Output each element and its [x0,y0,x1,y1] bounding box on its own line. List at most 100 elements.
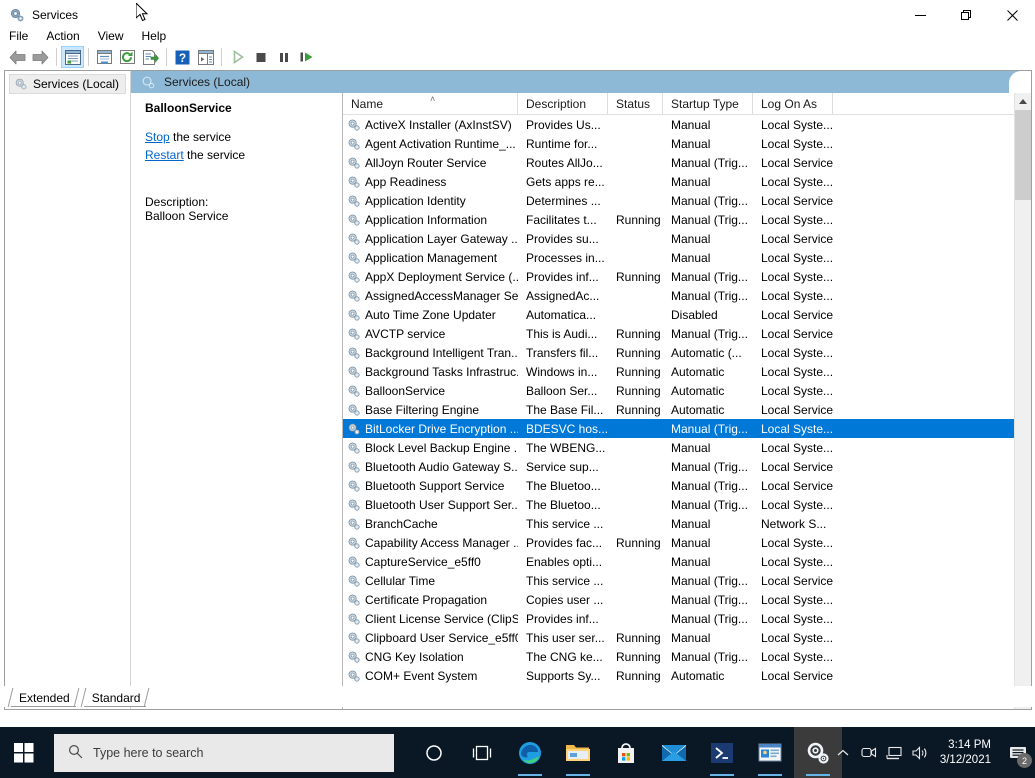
cell-description: Automatica... [526,307,597,322]
table-row[interactable]: Certificate Propagation Copies user ... Ma… [343,590,1031,609]
properties-button[interactable] [93,46,116,68]
stop-service-link[interactable]: Stop [145,130,170,144]
refresh-button[interactable] [116,46,139,68]
table-row[interactable]: COM+ Event System Supports Sy... Running Au… [343,666,1031,683]
menu-view[interactable]: View [89,27,133,45]
detail-service-name: BalloonService [145,101,232,115]
restart-service-link[interactable]: Restart [145,148,184,162]
menu-help[interactable]: Help [133,27,176,45]
scrollbar-thumb[interactable] [1015,110,1031,200]
search-input[interactable]: Type here to search [93,746,203,760]
column-header-startup-type[interactable]: Startup Type [663,93,753,115]
cell-name-label: ActiveX Installer (AxInstSV) [365,117,512,132]
cell-description: The WBENG... [526,440,606,455]
cell-name: Bluetooth User Support Ser... [343,495,518,514]
taskbar-clock[interactable]: 3:14 PM 3/12/2021 [934,727,1001,778]
cell-status: Running [616,630,661,645]
table-row[interactable]: Cellular Time This service ... Manual (Tri… [343,571,1031,590]
table-row[interactable]: BitLocker Drive Encryption ... BDESVC hos… [343,419,1031,438]
table-row[interactable]: Background Intelligent Tran... Transfers … [343,343,1031,362]
table-row[interactable]: CNG Key Isolation The CNG ke... Running Man… [343,647,1031,666]
table-row[interactable]: App Readiness Gets apps re... Manual Local … [343,172,1031,191]
table-row[interactable]: BranchCache This service ... Manual Network… [343,514,1031,533]
help-button[interactable]: ? [171,46,194,68]
cell-status: Running [616,383,661,398]
cell-status [608,286,663,305]
table-row[interactable]: AssignedAccessManager Se... AssignedAc...… [343,286,1031,305]
stop-service-button[interactable] [249,46,272,68]
microsoft-edge-icon[interactable] [506,727,554,778]
table-row[interactable]: Bluetooth Support Service The Bluetoo... M… [343,476,1031,495]
service-gear-icon [347,441,361,455]
cell-name-label: Base Filtering Engine [365,402,480,417]
show-hidden-icons-chevron-icon[interactable] [830,727,856,778]
tree-item-services-local[interactable]: Services (Local) [9,74,126,94]
service-gear-icon [347,327,361,341]
table-row[interactable]: Bluetooth User Support Ser... The Bluetoo… [343,495,1031,514]
remote-desktop-icon[interactable] [746,727,794,778]
table-row[interactable]: AppX Deployment Service (... Provides inf… [343,267,1031,286]
table-row[interactable]: Base Filtering Engine The Base Fil... Runn… [343,400,1031,419]
menu-action[interactable]: Action [37,27,88,45]
action-center-button[interactable]: 2 [1001,727,1035,778]
system-tray: 3:14 PM 3/12/2021 2 [830,727,1035,778]
window-title: Services [32,8,79,22]
column-header-log-on-as[interactable]: Log On As [753,93,833,115]
table-row[interactable]: AVCTP service This is Audi... Running Manua… [343,324,1031,343]
microsoft-store-icon[interactable] [602,727,650,778]
show-hide-console-tree-button[interactable] [61,46,84,68]
restart-service-button[interactable] [295,46,318,68]
back-button[interactable] [6,46,29,68]
powershell-icon[interactable] [698,727,746,778]
volume-icon[interactable] [908,727,934,778]
menu-file[interactable]: File [0,27,37,45]
column-header-description[interactable]: Description [518,93,608,115]
mail-icon[interactable] [650,727,698,778]
table-row[interactable]: Application Information Facilitates t... R… [343,210,1031,229]
table-row[interactable]: AllJoyn Router Service Routes AllJo... Man… [343,153,1031,172]
cell-logon: Network S... [761,516,827,531]
table-row[interactable]: Application Identity Determines ... Manual… [343,191,1031,210]
clock-time: 3:14 PM [948,738,991,751]
tab-underline [83,706,147,707]
table-row[interactable]: Clipboard User Service_e5ff0 This user se… [343,628,1031,647]
network-icon[interactable] [882,727,908,778]
table-row[interactable]: Capability Access Manager ... Provides fa… [343,533,1031,552]
task-view-icon[interactable] [458,727,506,778]
table-row[interactable]: Auto Time Zone Updater Automatica... Disab… [343,305,1031,324]
column-header-name[interactable]: Name ˄ [343,93,518,115]
table-row[interactable]: ActiveX Installer (AxInstSV) Provides Us.… [343,115,1031,134]
start-button[interactable] [0,727,48,778]
start-service-button[interactable] [226,46,249,68]
service-gear-icon [347,289,361,303]
table-row[interactable]: Background Tasks Infrastruc... Windows in… [343,362,1031,381]
service-gear-icon [347,232,361,246]
taskbar-search-box[interactable]: Type here to search [54,733,394,772]
table-row[interactable]: Bluetooth Audio Gateway S... Service sup.… [343,457,1031,476]
tab-standard[interactable]: Standard [80,688,151,707]
forward-button[interactable] [29,46,52,68]
cell-description: Facilitates t... [526,212,597,227]
list-vertical-scrollbar[interactable] [1014,93,1031,709]
pause-service-button[interactable] [272,46,295,68]
table-row[interactable]: Agent Activation Runtime_... Runtime for.… [343,134,1031,153]
table-row[interactable]: Application Management Processes in... Man… [343,248,1031,267]
table-row[interactable]: Client License Service (ClipS... Provides… [343,609,1031,628]
export-list-button[interactable] [139,46,162,68]
scroll-up-arrow[interactable] [1015,93,1031,110]
column-header-status[interactable]: Status [608,93,663,115]
table-row[interactable]: Block Level Backup Engine ... The WBENG..… [343,438,1031,457]
tab-extended[interactable]: Extended [7,688,80,707]
cell-name-label: BitLocker Drive Encryption ... [365,421,518,436]
cell-logon: Local Syste... [761,554,833,569]
toolbar-separator [56,48,57,66]
show-hide-action-pane-button[interactable] [194,46,217,68]
file-explorer-icon[interactable] [554,727,602,778]
cortana-icon[interactable] [410,727,458,778]
table-row[interactable]: CaptureService_e5ff0 Enables opti... Manua… [343,552,1031,571]
table-row[interactable]: BalloonService Balloon Ser... Running Autom… [343,381,1031,400]
cell-startup: Manual [671,516,711,531]
table-row[interactable]: Application Layer Gateway ... Provides su… [343,229,1031,248]
webcam-icon[interactable] [856,727,882,778]
cell-description: Provides Us... [526,117,601,132]
